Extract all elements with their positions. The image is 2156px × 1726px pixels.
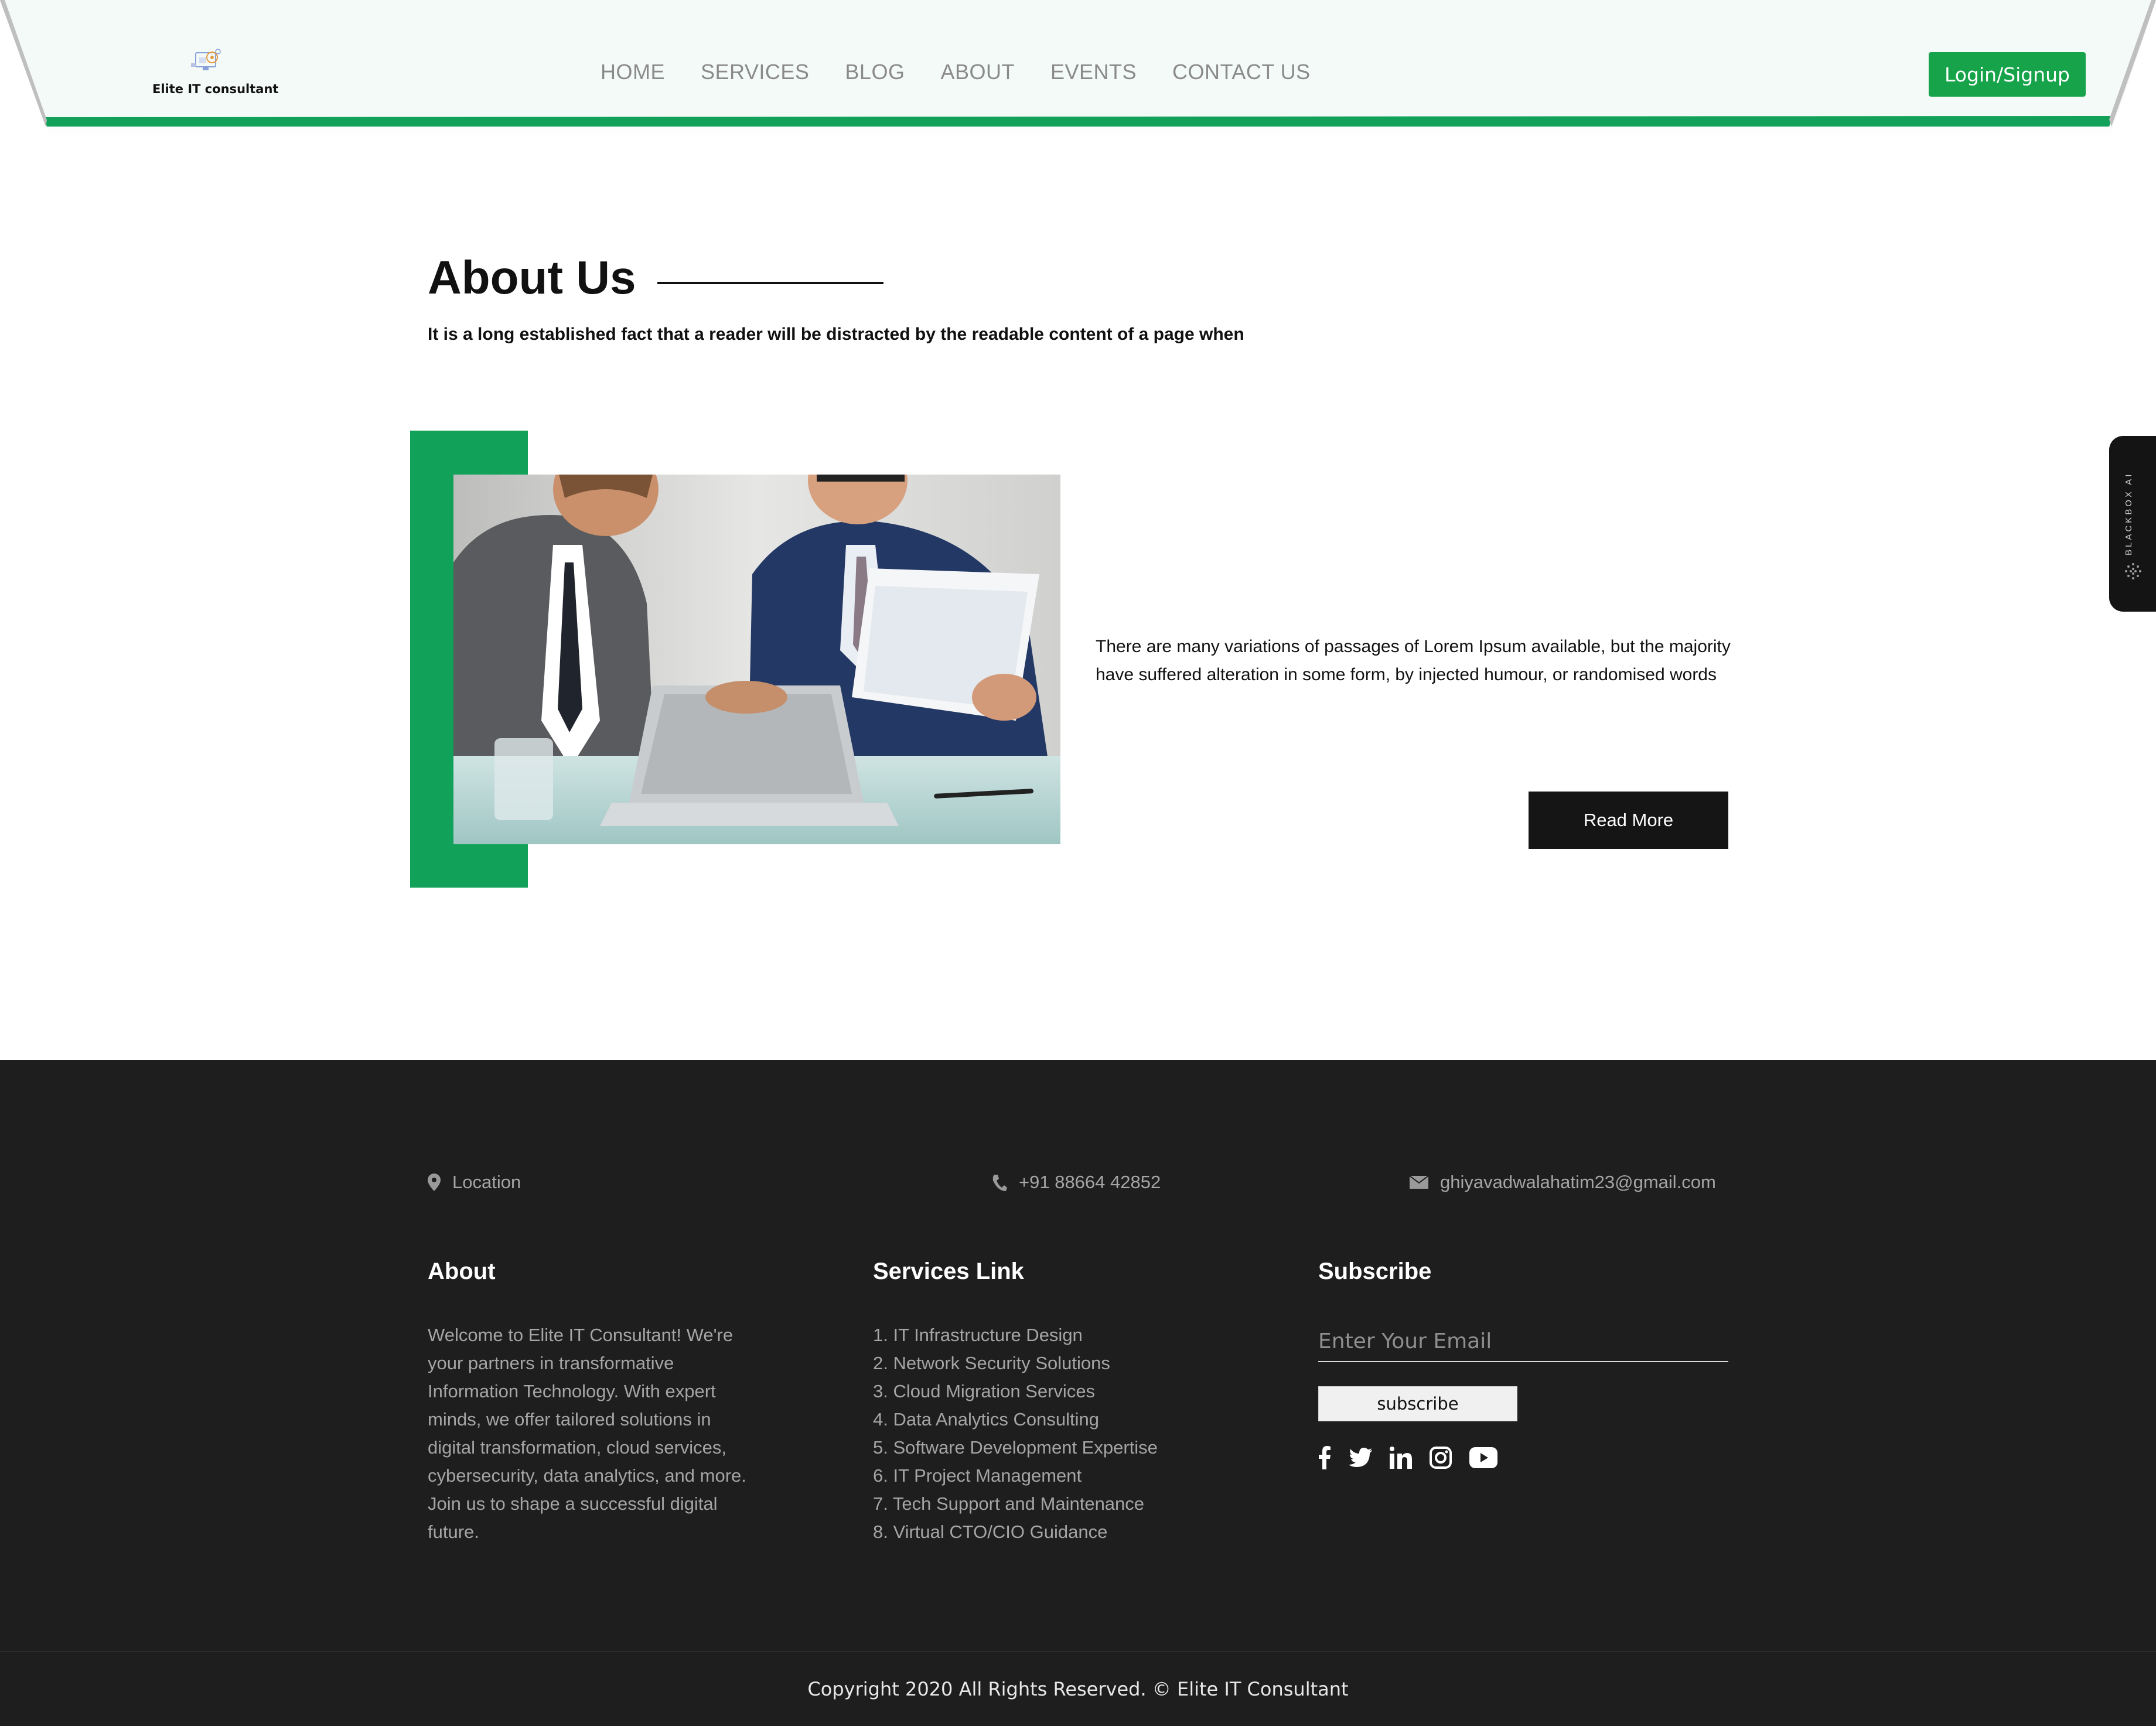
- phone-icon: [992, 1175, 1007, 1191]
- login-signup-button[interactable]: Login/Signup: [1929, 52, 2086, 97]
- site-header: Elite IT consultant HOME SERVICES BLOG A…: [0, 0, 2156, 152]
- nav-events[interactable]: EVENTS: [1050, 60, 1137, 89]
- footer-about-heading: About: [428, 1258, 496, 1284]
- instagram-icon[interactable]: [1430, 1447, 1452, 1469]
- service-link[interactable]: 7. Tech Support and Maintenance: [873, 1490, 1158, 1518]
- twitter-icon[interactable]: [1349, 1448, 1372, 1468]
- service-link[interactable]: 1. IT Infrastructure Design: [873, 1321, 1158, 1349]
- nav-blog[interactable]: BLOG: [845, 60, 905, 89]
- service-link[interactable]: 4. Data Analytics Consulting: [873, 1406, 1158, 1434]
- subscribe-email-input[interactable]: [1318, 1321, 1728, 1362]
- footer-about-text: Welcome to Elite IT Consultant! We're yo…: [428, 1325, 746, 1542]
- about-subtitle: It is a long established fact that a rea…: [428, 325, 1244, 344]
- service-link[interactable]: 8. Virtual CTO/CIO Guidance: [873, 1518, 1158, 1546]
- blackbox-logo-icon: [2125, 563, 2141, 579]
- footer-services-heading: Services Link: [873, 1258, 1024, 1284]
- email-text: ghiyavadwalahatim23@gmail.com: [1440, 1172, 1716, 1192]
- linkedin-icon[interactable]: [1390, 1447, 1412, 1469]
- service-link[interactable]: 5. Software Development Expertise: [873, 1434, 1158, 1462]
- footer-email[interactable]: ghiyavadwalahatim23@gmail.com: [1410, 1172, 1716, 1193]
- service-link[interactable]: 3. Cloud Migration Services: [873, 1377, 1158, 1406]
- about-description: There are many variations of passages of…: [1096, 637, 1731, 684]
- logo-text: Elite IT consultant: [152, 82, 279, 96]
- footer-subscribe-heading: Subscribe: [1318, 1258, 1432, 1284]
- main-nav: HOME SERVICES BLOG ABOUT EVENTS CONTACT …: [601, 60, 1346, 89]
- read-more-button[interactable]: Read More: [1529, 792, 1728, 849]
- business-meeting-image: [453, 475, 1060, 844]
- social-links: [1318, 1446, 1515, 1469]
- nav-home[interactable]: HOME: [601, 60, 665, 89]
- youtube-icon[interactable]: [1469, 1447, 1497, 1468]
- about-title: About Us: [428, 251, 636, 303]
- service-link[interactable]: 6. IT Project Management: [873, 1462, 1158, 1490]
- footer-phone[interactable]: +91 88664 42852: [992, 1172, 1161, 1193]
- footer-divider: [0, 1651, 2156, 1652]
- service-link[interactable]: 2. Network Security Solutions: [873, 1349, 1158, 1377]
- side-tab-label: BLACKBOX AI: [2124, 472, 2134, 555]
- logo-icon: [191, 49, 221, 70]
- nav-about[interactable]: ABOUT: [940, 60, 1015, 89]
- facebook-icon[interactable]: [1318, 1446, 1331, 1469]
- subscribe-button[interactable]: subscribe: [1318, 1386, 1517, 1421]
- location-text: Location: [452, 1172, 521, 1192]
- title-divider: [657, 282, 883, 284]
- mail-icon: [1410, 1176, 1428, 1189]
- nav-contact-us[interactable]: CONTACT US: [1172, 60, 1311, 89]
- location-pin-icon: [428, 1174, 441, 1191]
- services-link-list: 1. IT Infrastructure Design 2. Network S…: [873, 1321, 1158, 1546]
- phone-text: +91 88664 42852: [1019, 1172, 1161, 1192]
- footer-location[interactable]: Location: [428, 1172, 521, 1193]
- about-image: [453, 475, 1060, 844]
- site-logo[interactable]: Elite IT consultant: [152, 46, 279, 104]
- nav-services[interactable]: SERVICES: [701, 60, 809, 89]
- copyright-text: Copyright 2020 All Rights Reserved. © El…: [807, 1678, 1349, 1700]
